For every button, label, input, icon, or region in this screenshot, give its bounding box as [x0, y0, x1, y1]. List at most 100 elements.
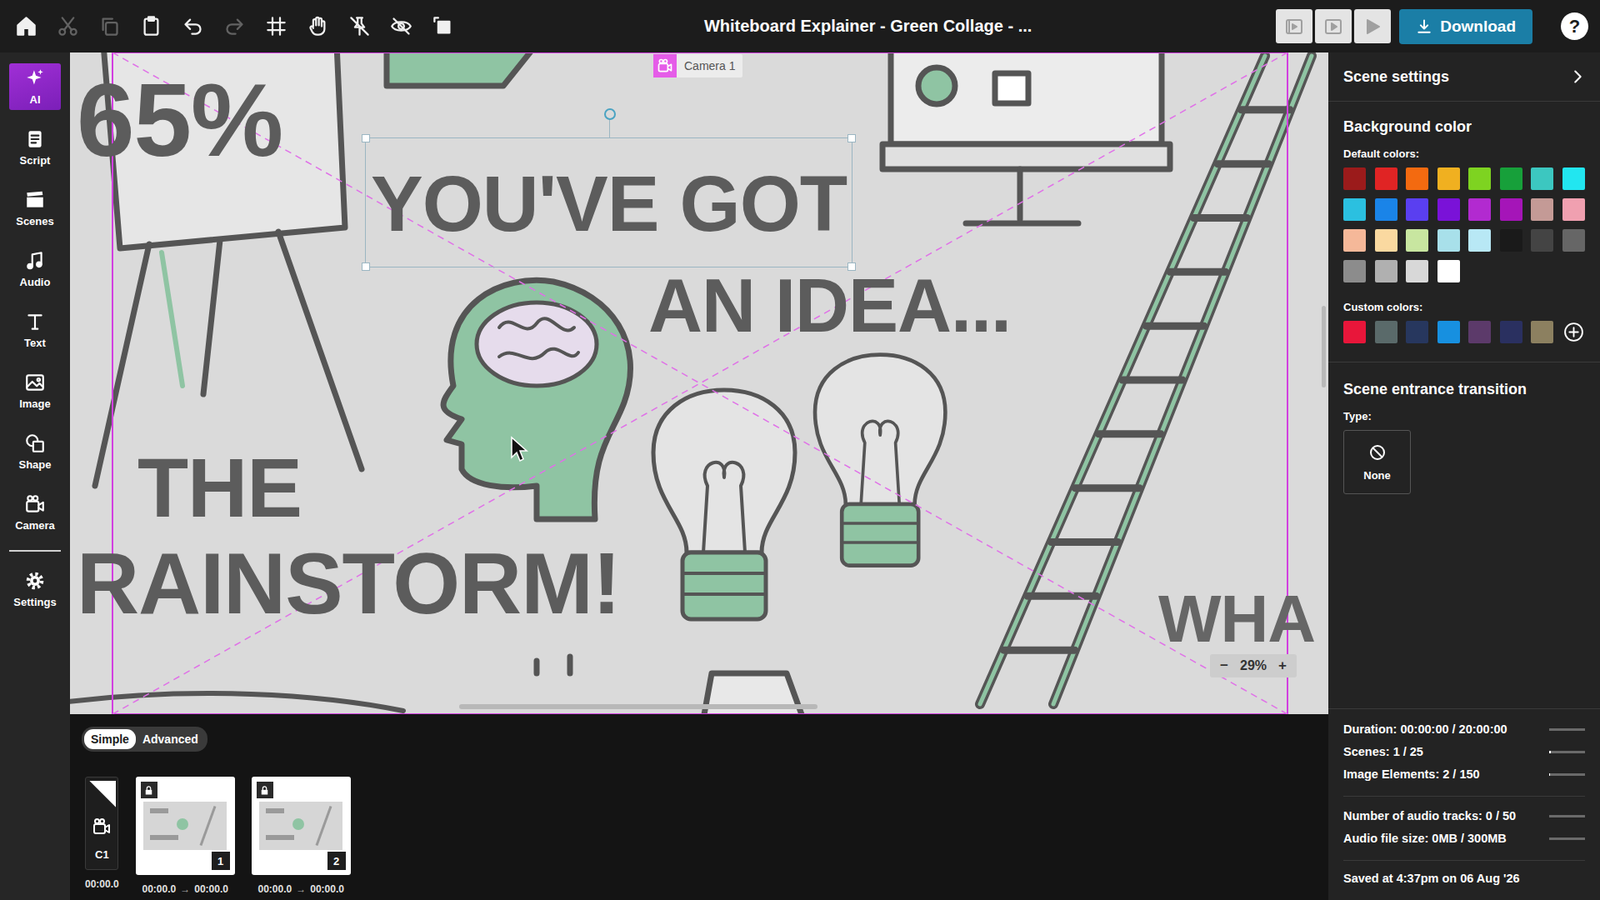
- hand-button[interactable]: [300, 9, 335, 45]
- color-swatch[interactable]: [1562, 229, 1585, 252]
- sidebar-item[interactable]: Settings: [9, 565, 61, 613]
- color-swatch[interactable]: [1405, 320, 1429, 344]
- scene-time: 00:00.0→00:00.0: [142, 883, 229, 895]
- image-icon: [24, 371, 46, 394]
- sidebar-item[interactable]: Image: [9, 367, 61, 415]
- sidebar-item[interactable]: AI: [9, 63, 61, 110]
- grid-button[interactable]: [258, 9, 294, 45]
- copy-button[interactable]: [91, 9, 127, 45]
- shape-icon: [24, 432, 46, 455]
- color-swatch[interactable]: [1375, 198, 1398, 221]
- crop-button[interactable]: [425, 9, 460, 45]
- home-button[interactable]: [8, 9, 44, 45]
- transition-type[interactable]: None: [1343, 430, 1411, 495]
- color-swatch[interactable]: [1343, 198, 1366, 221]
- scene-canvas[interactable]: 65% YOU'VE GOTAN IDEA... THE RAINSTORM! WHA C…: [70, 52, 1329, 715]
- color-swatch[interactable]: [1343, 320, 1366, 344]
- color-swatch[interactable]: [1405, 167, 1429, 190]
- lock-badge[interactable]: [140, 781, 158, 799]
- resize-handle[interactable]: [361, 134, 370, 143]
- play-scene-button[interactable]: [1315, 9, 1352, 44]
- color-swatch[interactable]: [1405, 198, 1429, 221]
- play-button[interactable]: [1354, 9, 1391, 44]
- sidebar-item[interactable]: Camera: [9, 489, 61, 536]
- color-swatch[interactable]: [1375, 320, 1398, 344]
- sidebar-item[interactable]: Shape: [9, 428, 61, 475]
- color-swatch[interactable]: [1343, 229, 1366, 252]
- usage-meter: [1549, 728, 1585, 731]
- canvas-text[interactable]: WHA: [1158, 585, 1315, 653]
- mode-option[interactable]: Advanced: [135, 729, 205, 750]
- color-swatch[interactable]: [1500, 167, 1523, 190]
- zoom-out-button[interactable]: −: [1220, 657, 1229, 675]
- color-swatch[interactable]: [1468, 198, 1491, 221]
- canvas-text[interactable]: RAINSTORM!: [76, 540, 621, 627]
- download-button[interactable]: Download: [1399, 9, 1533, 45]
- color-swatch[interactable]: [1405, 229, 1429, 252]
- color-swatch[interactable]: [1530, 229, 1554, 252]
- color-swatch[interactable]: [1468, 167, 1491, 190]
- color-swatch[interactable]: [1468, 320, 1491, 344]
- color-swatch[interactable]: [1343, 167, 1366, 190]
- canvas-text[interactable]: THE: [137, 445, 302, 530]
- color-swatch[interactable]: [1500, 198, 1523, 221]
- scene-preview: [259, 801, 343, 850]
- color-swatch[interactable]: [1562, 167, 1585, 190]
- camera-card[interactable]: C1: [85, 776, 119, 870]
- canvas-text[interactable]: 65%: [76, 67, 283, 172]
- color-swatch[interactable]: [1530, 198, 1554, 221]
- color-swatch[interactable]: [1562, 198, 1585, 221]
- play-icon: [1362, 16, 1383, 37]
- scene-thumbnail[interactable]: 2: [251, 776, 351, 875]
- paste-button[interactable]: [133, 9, 169, 45]
- color-swatch[interactable]: [1343, 260, 1366, 283]
- color-swatch[interactable]: [1437, 167, 1460, 190]
- resize-handle[interactable]: [847, 134, 856, 143]
- color-swatch[interactable]: [1437, 229, 1460, 252]
- scene-number: 1: [211, 851, 230, 870]
- lock-badge[interactable]: [256, 781, 274, 799]
- scene-thumbnail[interactable]: 1: [135, 776, 235, 875]
- resize-handle[interactable]: [361, 262, 370, 271]
- background-color-section: Background colorDefault colors:Custom co…: [1328, 101, 1600, 363]
- cut-button[interactable]: [50, 9, 85, 45]
- redo-icon: [223, 15, 246, 38]
- redo-button[interactable]: [216, 9, 252, 45]
- preview-scene-button[interactable]: [1275, 9, 1313, 44]
- sidebar-item[interactable]: Scenes: [9, 185, 61, 232]
- color-swatch[interactable]: [1437, 260, 1460, 283]
- usage-row: Number of audio tracks: 0 / 50: [1343, 807, 1585, 825]
- rotate-handle[interactable]: [604, 108, 616, 120]
- color-swatch[interactable]: [1468, 229, 1491, 252]
- zoom-in-button[interactable]: +: [1278, 657, 1287, 675]
- camera-icon: [656, 57, 674, 75]
- canvas-text[interactable]: YOU'VE GOT: [365, 137, 853, 268]
- color-swatch[interactable]: [1437, 320, 1460, 344]
- chevron-right-icon[interactable]: [1568, 67, 1587, 86]
- color-swatch[interactable]: [1530, 320, 1554, 344]
- sidebar-item[interactable]: Audio: [9, 245, 61, 293]
- horizontal-scrollbar[interactable]: [459, 704, 818, 710]
- color-swatch[interactable]: [1437, 198, 1460, 221]
- camera-label[interactable]: Camera 1: [653, 54, 743, 78]
- add-color-button[interactable]: [1562, 320, 1585, 344]
- color-swatch[interactable]: [1530, 167, 1554, 190]
- vertical-scrollbar[interactable]: [1321, 305, 1326, 388]
- plus-circle-icon: [1563, 321, 1585, 343]
- color-swatch[interactable]: [1375, 229, 1398, 252]
- undo-button[interactable]: [175, 9, 210, 45]
- color-swatch[interactable]: [1500, 320, 1523, 344]
- color-swatch[interactable]: [1375, 260, 1398, 283]
- sidebar-item[interactable]: Script: [9, 124, 61, 171]
- panel-header[interactable]: Scene settings: [1328, 52, 1600, 102]
- color-swatch[interactable]: [1405, 260, 1429, 283]
- play-scene-icon: [1323, 16, 1344, 37]
- color-swatch[interactable]: [1375, 167, 1398, 190]
- color-swatch[interactable]: [1500, 229, 1523, 252]
- help-button[interactable]: ?: [1560, 12, 1589, 40]
- canvas-text[interactable]: AN IDEA...: [648, 268, 1011, 344]
- mode-option[interactable]: Simple: [84, 729, 136, 750]
- sidebar-item[interactable]: Text: [9, 306, 61, 354]
- unpin-button[interactable]: [341, 9, 377, 45]
- hide-button[interactable]: [383, 9, 419, 45]
